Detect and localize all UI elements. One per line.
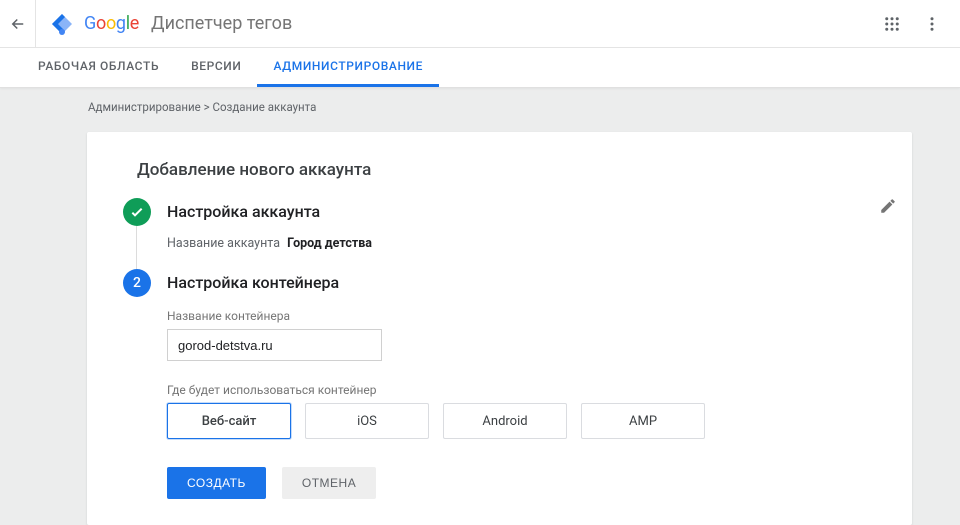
apps-button[interactable]	[872, 4, 912, 44]
container-name-label: Название контейнера	[167, 309, 884, 323]
product-name: Диспетчер тегов	[151, 13, 292, 34]
arrow-left-icon	[9, 15, 27, 33]
more-vert-icon	[923, 15, 941, 33]
platform-options: Веб-сайт iOS Android AMP	[167, 403, 884, 439]
create-button[interactable]: СОЗДАТЬ	[167, 467, 266, 499]
step-2: 2 Настройка контейнера Название контейне…	[123, 269, 884, 439]
create-account-card: Добавление нового аккаунта Настройка акк…	[87, 132, 912, 525]
container-name-input[interactable]	[167, 329, 382, 361]
step1-title: Настройка аккаунта	[167, 198, 884, 226]
apps-grid-icon	[883, 15, 901, 33]
back-button[interactable]	[0, 0, 36, 48]
main-tabs: РАБОЧАЯ ОБЛАСТЬ ВЕРСИИ АДМИНИСТРИРОВАНИЕ	[0, 48, 960, 88]
logo-wrap: Google Диспетчер тегов	[36, 12, 292, 36]
step1-badge	[123, 198, 151, 226]
step-1: Настройка аккаунта Название аккаунта Гор…	[123, 198, 884, 269]
platform-web[interactable]: Веб-сайт	[167, 403, 291, 439]
form-actions: СОЗДАТЬ ОТМЕНА	[167, 467, 884, 499]
account-name-line: Название аккаунта Город детства	[167, 236, 884, 251]
tab-workspace[interactable]: РАБОЧАЯ ОБЛАСТЬ	[22, 48, 175, 87]
google-logo-text: Google	[84, 13, 139, 34]
step2-title: Настройка контейнера	[167, 269, 884, 297]
top-bar: Google Диспетчер тегов	[0, 0, 960, 48]
cancel-button[interactable]: ОТМЕНА	[282, 467, 376, 499]
platform-ios[interactable]: iOS	[305, 403, 429, 439]
account-name-value: Город детства	[287, 236, 372, 251]
tag-manager-logo-icon	[50, 12, 74, 36]
check-icon	[129, 204, 145, 220]
platform-android[interactable]: Android	[443, 403, 567, 439]
account-name-label: Название аккаунта	[167, 236, 280, 251]
container-usage-label: Где будет использоваться контейнер	[167, 383, 884, 397]
step2-badge: 2	[123, 269, 151, 297]
tab-admin[interactable]: АДМИНИСТРИРОВАНИЕ	[257, 48, 439, 87]
more-button[interactable]	[912, 4, 952, 44]
tab-versions[interactable]: ВЕРСИИ	[175, 48, 257, 87]
steps: Настройка аккаунта Название аккаунта Гор…	[123, 198, 884, 439]
platform-amp[interactable]: AMP	[581, 403, 705, 439]
breadcrumb: Администрирование > Создание аккаунта	[0, 88, 960, 122]
card-title: Добавление нового аккаунта	[137, 160, 884, 180]
